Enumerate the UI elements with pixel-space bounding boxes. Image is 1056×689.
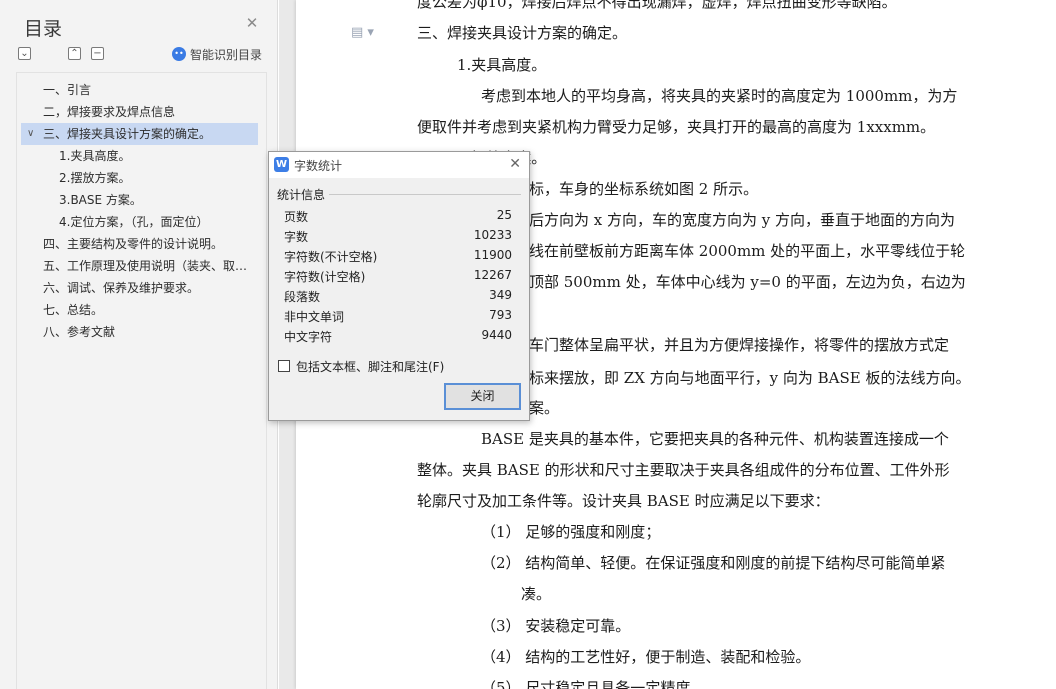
- doc-line: 凑。: [521, 585, 552, 603]
- stat-row: 字符数(计空格) 12267: [284, 268, 512, 284]
- dialog-title: 字数统计: [294, 159, 343, 173]
- doc-subheading: 1.夹具高度。: [457, 56, 547, 74]
- doc-list-item: （3） 安装稳定可靠。: [481, 617, 631, 635]
- doc-line: 整体。夹具 BASE 的形状和尺寸主要取决于夹具各组成件的分布位置、工件外形: [417, 461, 950, 479]
- toc-panel: 目录 ✕ ⌄ ⌃ − •• 智能识别目录 一、引言 二，焊接要求及焊点信息 ∨ …: [0, 0, 278, 689]
- chevron-down-icon[interactable]: ∨: [27, 123, 34, 145]
- toc-item[interactable]: 4.定位方案，（孔，面定位）: [21, 211, 258, 233]
- toc-item[interactable]: 一、引言: [21, 79, 258, 101]
- close-icon[interactable]: ✕: [244, 15, 260, 31]
- toc-item[interactable]: 二，焊接要求及焊点信息: [21, 101, 258, 123]
- minus-icon[interactable]: −: [91, 47, 104, 60]
- expand-all-icon[interactable]: ⌃: [68, 47, 81, 60]
- doc-list-item: （4） 结构的工艺性好，便于制造、装配和检验。: [481, 648, 811, 666]
- doc-list-item: （5） 尺寸稳定且具备一定精度: [481, 679, 691, 689]
- checkbox-label: 包括文本框、脚注和尾注(F): [296, 359, 445, 374]
- toc-title: 目录: [24, 18, 63, 40]
- smart-toc-button[interactable]: •• 智能识别目录: [172, 45, 262, 63]
- doc-heading: 三、焊接夹具设计方案的确定。: [417, 24, 628, 42]
- close-button[interactable]: 关闭: [444, 383, 521, 410]
- close-icon[interactable]: ✕: [509, 156, 521, 172]
- doc-line: 后方向为 x 方向，车的宽度方向为 y 方向，垂直于地面的方向为: [529, 211, 956, 229]
- doc-line: 案。: [529, 399, 560, 417]
- doc-line: 车门整体呈扁平状，并且为方便焊接操作，将零件的摆放方式定: [529, 336, 950, 354]
- stat-row: 页数 25: [284, 208, 512, 224]
- include-textbox-checkbox[interactable]: 包括文本框、脚注和尾注(F): [278, 358, 444, 374]
- toc-item[interactable]: 3.BASE 方案。: [21, 189, 258, 211]
- stat-row: 字数 10233: [284, 228, 512, 244]
- doc-line: 便取件并考虑到夹紧机构力臂受力足够，夹具打开的最高的高度为 1xxxmm。: [417, 118, 936, 136]
- toc-item[interactable]: 八、参考文献: [21, 321, 258, 343]
- doc-list-item: （1） 足够的强度和刚度；: [481, 523, 661, 541]
- paragraph-menu-icon[interactable]: ▤ ▾: [351, 25, 374, 40]
- doc-line: 考虑到本地人的平均身高，将夹具的夹紧时的高度定为 1000mm，为方: [481, 87, 958, 105]
- word-count-dialog: W 字数统计 ✕ 统计信息 页数 25 字数 10233 字符数(不计空格) 1190…: [268, 151, 530, 421]
- stat-row: 段落数 349: [284, 288, 512, 304]
- doc-line: 轮廓尺寸及加工条件等。设计夹具 BASE 时应满足以下要求：: [417, 492, 830, 510]
- doc-line: 顶部 500mm 处，车体中心线为 y=0 的平面，左边为负，右边为: [529, 273, 966, 291]
- toc-item[interactable]: 七、总结。: [21, 299, 258, 321]
- ai-icon: ••: [172, 47, 186, 61]
- smart-toc-label: 智能识别目录: [190, 47, 263, 62]
- toc-item-selected[interactable]: ∨ 三、焊接夹具设计方案的确定。: [21, 123, 258, 145]
- doc-line: 线在前壁板前方距离车体 2000mm 处的平面上，水平零线位于轮: [529, 242, 966, 260]
- group-divider: [329, 194, 521, 195]
- toc-item[interactable]: 1.夹具高度。: [21, 145, 258, 167]
- stat-row: 非中文单词 793: [284, 308, 512, 324]
- stat-row: 中文字符 9440: [284, 328, 512, 344]
- stat-row: 字符数(不计空格) 11900: [284, 248, 512, 264]
- toc-item[interactable]: 2.摆放方案。: [21, 167, 258, 189]
- doc-line: 度公差为φ10，焊接后焊点不得出现漏焊，虚焊，焊点扭曲变形等缺陷。: [417, 0, 897, 11]
- checkbox-icon[interactable]: [278, 360, 290, 372]
- wps-logo-icon: W: [274, 157, 289, 172]
- toc-item[interactable]: 五、工作原理及使用说明（装夹、取…: [21, 255, 258, 277]
- doc-line: BASE 是夹具的基本件，它要把夹具的各种元件、机构装置连接成一个: [481, 430, 949, 448]
- toc-list: 一、引言 二，焊接要求及焊点信息 ∨ 三、焊接夹具设计方案的确定。 1.夹具高度…: [16, 72, 267, 689]
- doc-list-item: （2） 结构简单、轻便。在保证强度和刚度的前提下结构尽可能简单紧: [481, 554, 946, 572]
- collapse-all-icon[interactable]: ⌄: [18, 47, 31, 60]
- toc-item[interactable]: 四、主要结构及零件的设计说明。: [21, 233, 258, 255]
- stats-group-label: 统计信息: [277, 188, 326, 202]
- dialog-titlebar[interactable]: W 字数统计 ✕: [269, 152, 529, 178]
- doc-line: 标来摆放，即 ZX 方向与地面平行，y 向为 BASE 板的法线方向。: [529, 369, 971, 387]
- toc-item[interactable]: 六、调试、保养及维护要求。: [21, 277, 258, 299]
- doc-line: 标，车身的坐标系统如图 2 所示。: [529, 180, 759, 198]
